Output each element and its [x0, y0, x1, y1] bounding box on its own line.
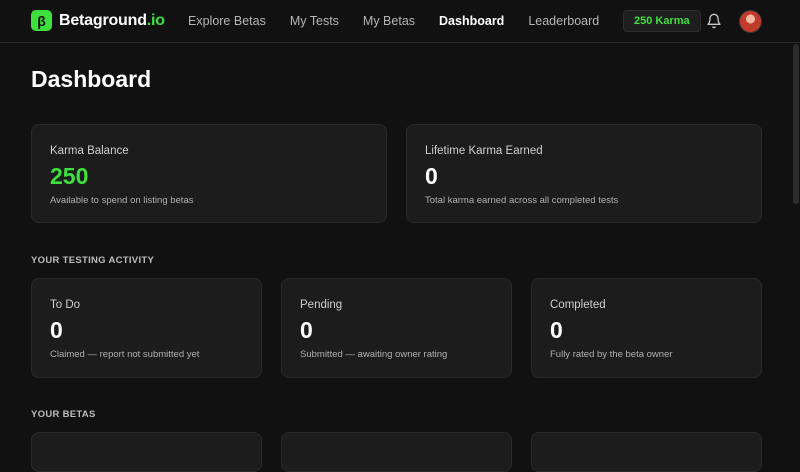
- karma-balance-card: Karma Balance 250 Available to spend on …: [31, 124, 387, 223]
- main-nav: Explore Betas My Tests My Betas Dashboar…: [188, 14, 623, 28]
- lifetime-karma-value: 0: [425, 163, 438, 189]
- brand-logo[interactable]: β Betaground.io: [31, 10, 165, 31]
- nav-leaderboard[interactable]: Leaderboard: [528, 14, 599, 28]
- card-description: Total karma earned across all completed …: [425, 195, 619, 206]
- nav-my-betas[interactable]: My Betas: [363, 14, 415, 28]
- todo-card: To Do 0 Claimed — report not submitted y…: [31, 278, 262, 378]
- testing-activity-heading: YOUR TESTING ACTIVITY: [31, 255, 155, 266]
- page-scrollbar[interactable]: [793, 44, 799, 204]
- completed-count: 0: [550, 317, 563, 343]
- beta-card-placeholder: [531, 432, 762, 472]
- brand-name-tld: .io: [146, 11, 165, 29]
- karma-badge[interactable]: 250 Karma: [623, 10, 701, 32]
- card-description: Fully rated by the beta owner: [550, 349, 673, 360]
- karma-balance-value: 250: [50, 163, 89, 189]
- card-description: Claimed — report not submitted yet: [50, 349, 200, 360]
- card-description: Submitted — awaiting owner rating: [300, 349, 448, 360]
- todo-count: 0: [50, 317, 63, 343]
- bell-icon[interactable]: [706, 13, 722, 29]
- nav-explore-betas[interactable]: Explore Betas: [188, 14, 266, 28]
- pending-count: 0: [300, 317, 313, 343]
- card-label: Pending: [300, 299, 343, 311]
- nav-dashboard[interactable]: Dashboard: [439, 14, 504, 28]
- your-betas-heading: YOUR BETAS: [31, 409, 96, 420]
- brand-name-main: Betaground: [59, 11, 147, 29]
- beta-logo-icon: β: [31, 10, 52, 31]
- card-description: Available to spend on listing betas: [50, 195, 194, 206]
- card-label: Lifetime Karma Earned: [425, 145, 543, 157]
- nav-my-tests[interactable]: My Tests: [290, 14, 339, 28]
- page-title: Dashboard: [31, 66, 152, 92]
- card-label: Karma Balance: [50, 145, 129, 157]
- lifetime-karma-card: Lifetime Karma Earned 0 Total karma earn…: [406, 124, 762, 223]
- beta-card-placeholder: [281, 432, 512, 472]
- avatar[interactable]: [739, 10, 762, 33]
- completed-card: Completed 0 Fully rated by the beta owne…: [531, 278, 762, 378]
- top-navbar: β Betaground.io Explore Betas My Tests M…: [0, 0, 800, 43]
- card-label: Completed: [550, 299, 606, 311]
- card-label: To Do: [50, 299, 81, 311]
- brand-name: Betaground.io: [59, 12, 165, 30]
- beta-card-placeholder: [31, 432, 262, 472]
- pending-card: Pending 0 Submitted — awaiting owner rat…: [281, 278, 512, 378]
